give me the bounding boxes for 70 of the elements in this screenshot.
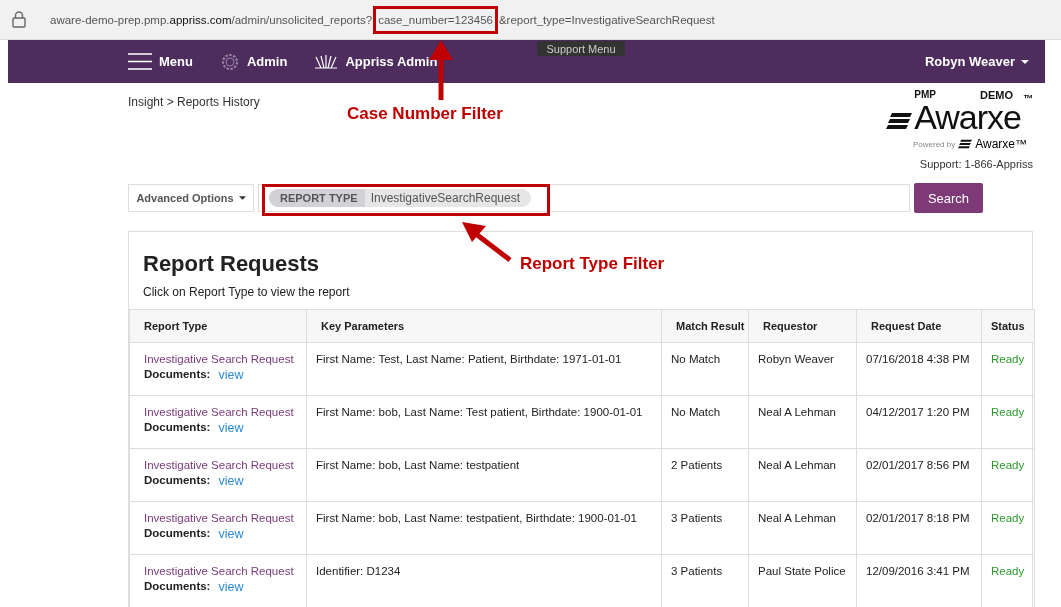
- address-url-part: case_number=123456: [378, 13, 493, 26]
- view-link[interactable]: view: [218, 580, 244, 594]
- table-cell: No Match: [661, 342, 749, 396]
- caret-icon: [1021, 59, 1029, 64]
- search-field[interactable]: REPORT TYPE InvestigativeSearchRequest: [258, 184, 910, 212]
- filter-chip[interactable]: REPORT TYPE InvestigativeSearchRequest: [269, 189, 532, 207]
- table-cell: First Name: bob, Last Name: testpatient, Birthdate: 1900-01-01: [306, 501, 662, 555]
- status-text: Ready: [991, 406, 1025, 418]
- table-cell: 2 Patients: [661, 448, 749, 502]
- table-cell: Neal A Lehman: [748, 448, 857, 502]
- menu-icon: [128, 53, 152, 70]
- nav-item[interactable]: Admin: [219, 51, 288, 72]
- report-type-link[interactable]: Investigative Search Request: [144, 565, 300, 577]
- documents-label: Documents:: [144, 421, 211, 435]
- table-cell: First Name: Test, Last Name: Patient, Birthdate: 1971-01-01: [306, 342, 662, 396]
- report-type-link[interactable]: Investigative Search Request: [144, 406, 300, 418]
- caret-icon: [238, 196, 246, 200]
- address-url-part: &report_type=InvestigativeSearchRequest: [498, 13, 715, 26]
- documents-label: Documents:: [144, 527, 211, 541]
- search-button[interactable]: Search: [914, 183, 983, 213]
- column-header: Key Parameters: [306, 309, 662, 343]
- table-cell: 04/12/2017 1:20 PM: [856, 395, 982, 449]
- nav-item[interactable]: Menu: [128, 53, 193, 70]
- advanced-options-button[interactable]: Advanced Options: [128, 184, 254, 212]
- arrow: [462, 222, 514, 262]
- card-title: Report Requests: [143, 251, 320, 277]
- column-header: Requestor: [748, 309, 857, 343]
- logo: PMP DEMO Awarxe™: [886, 90, 1033, 134]
- table-cell: First Name: bob, Last Name: Test patient, Birthdate: 1900-01-01: [306, 395, 662, 449]
- documents-label: Documents:: [144, 474, 211, 488]
- table-cell: No Match: [661, 395, 749, 449]
- stack-icon: [886, 112, 913, 131]
- cards-icon: [314, 53, 339, 70]
- column-header: Request Date: [856, 309, 982, 343]
- status-text: Ready: [991, 353, 1025, 365]
- tooltip: Support Menu: [537, 41, 625, 56]
- view-link[interactable]: view: [218, 421, 244, 435]
- documents-label: Documents:: [144, 368, 211, 382]
- address-url[interactable]: aware-demo-prep.pmp.appriss.com/admin/unsolicited_reports?: [50, 13, 373, 26]
- view-link[interactable]: view: [218, 527, 244, 541]
- table-cell: Neal A Lehman: [748, 395, 857, 449]
- table-cell: Robyn Weaver: [748, 342, 857, 396]
- table-cell: 02/01/2017 8:18 PM: [856, 501, 982, 555]
- nav-item[interactable]: Appriss Admin: [314, 53, 438, 70]
- status-text: Ready: [991, 565, 1025, 577]
- annotation-label: Report Type Filter: [520, 254, 665, 274]
- status-text: Ready: [991, 512, 1025, 524]
- lock-icon: [12, 11, 26, 28]
- gear-icon: [219, 51, 240, 72]
- table-cell: First Name: bob, Last Name: testpatient: [306, 448, 662, 502]
- column-header: Match Result: [661, 309, 749, 343]
- status-text: Ready: [991, 459, 1025, 471]
- powered-by-logo: Powered by Awarxe™: [912, 137, 1027, 152]
- card-subtitle: Click on Report Type to view the report: [143, 285, 351, 299]
- column-header: Status: [981, 309, 1035, 343]
- table-cell: Neal A Lehman: [748, 501, 857, 555]
- breadcrumb: Insight > Reports History: [128, 95, 260, 109]
- view-link[interactable]: view: [218, 474, 244, 488]
- column-header: Report Type: [129, 309, 307, 343]
- report-type-link[interactable]: Investigative Search Request: [144, 353, 300, 365]
- table-cell: 3 Patients: [661, 501, 749, 555]
- table-cell: 07/16/2018 4:38 PM: [856, 342, 982, 396]
- support-phone: Support: 1-866-Appriss: [919, 158, 1033, 171]
- report-type-link[interactable]: Investigative Search Request: [144, 512, 300, 524]
- table-cell: 02/01/2017 8:56 PM: [856, 448, 982, 502]
- annotation-label: Case Number Filter: [347, 104, 503, 124]
- user-menu[interactable]: Robyn Weaver: [924, 54, 1029, 69]
- report-type-link[interactable]: Investigative Search Request: [144, 459, 300, 471]
- view-link[interactable]: view: [218, 368, 244, 382]
- documents-label: Documents:: [144, 580, 211, 594]
